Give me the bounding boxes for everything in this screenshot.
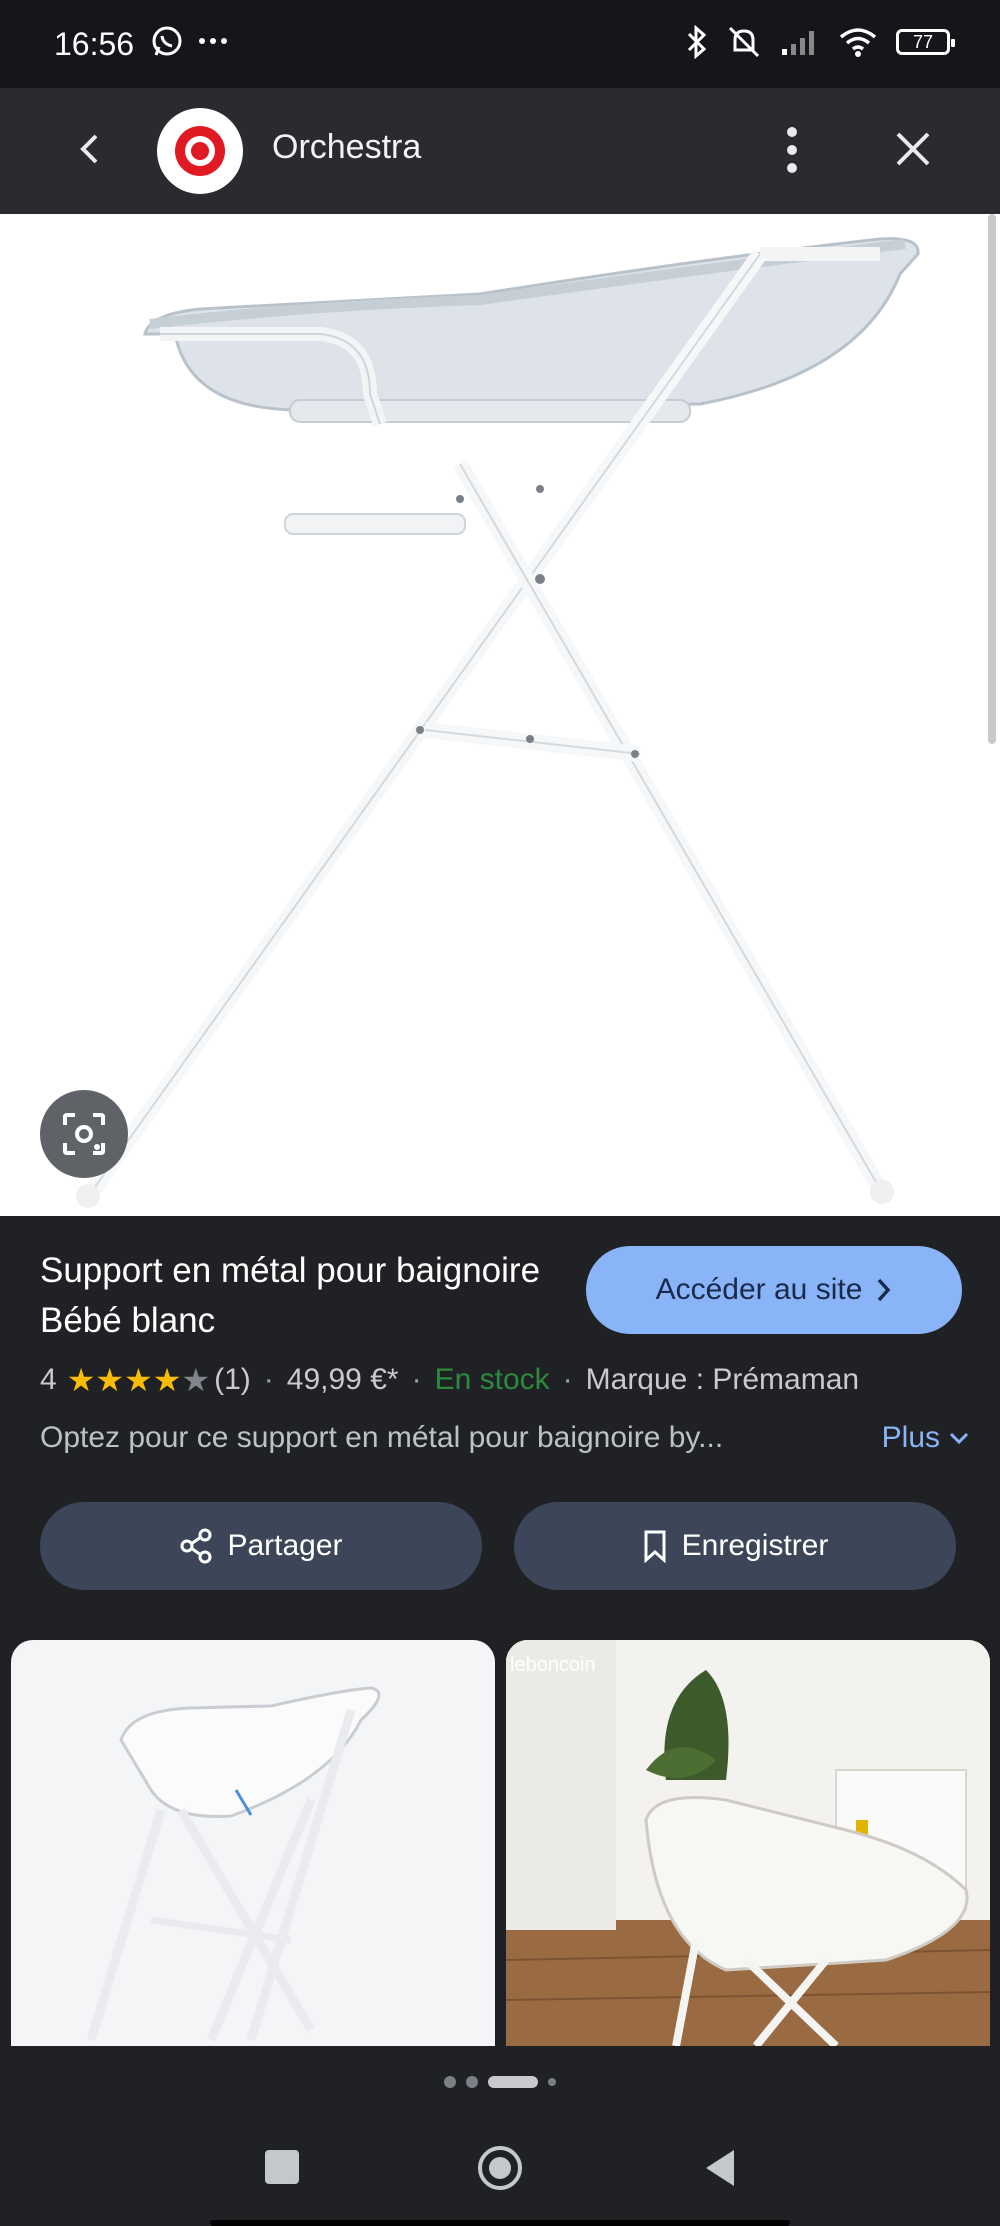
chevron-down-icon [949, 1432, 969, 1445]
site-logo [157, 108, 243, 194]
lens-icon [63, 1113, 105, 1155]
back-icon[interactable] [66, 124, 116, 174]
thumbnail-illustration [506, 1640, 990, 2046]
orchestra-logo-icon [175, 126, 225, 176]
pager-dot[interactable] [548, 2078, 556, 2086]
image-scrollbar[interactable] [988, 214, 996, 744]
pager-dot[interactable] [466, 2076, 478, 2088]
bookmark-icon [644, 1530, 666, 1563]
separator: · [562, 1363, 573, 1396]
share-label: Partager [227, 1529, 343, 1562]
battery-indicator: 77 [896, 29, 955, 55]
rating-value: 4 [40, 1363, 57, 1396]
description-row: Optez pour ce support en métal pour baig… [40, 1416, 970, 1460]
site-name: Orchestra [272, 128, 422, 166]
lens-button[interactable] [40, 1090, 128, 1178]
thumbnail-watermark: leboncoin [510, 1654, 596, 1676]
review-count[interactable]: (1) [214, 1363, 251, 1397]
share-button[interactable]: Partager [40, 1502, 482, 1590]
more-label: Plus [881, 1421, 940, 1454]
product-image[interactable] [0, 214, 1000, 1216]
system-nav-bar [0, 2104, 1000, 2226]
save-label: Enregistrer [681, 1529, 829, 1562]
rating-stars: ★ ★ ★ ★ ★ [67, 1364, 210, 1396]
visit-site-label: Accéder au site [655, 1273, 863, 1306]
thumbnail-image-1[interactable] [11, 1640, 495, 2046]
more-button[interactable]: Plus [882, 1421, 970, 1455]
wifi-icon [839, 28, 877, 57]
home-icon[interactable] [476, 2144, 524, 2192]
back-nav-icon[interactable] [700, 2146, 740, 2190]
share-icon [180, 1528, 212, 1564]
product-title: Support en métal pour baignoire Bébé bla… [40, 1251, 541, 1340]
alarm-off-icon [728, 26, 760, 58]
star-empty-icon: ★ [181, 1362, 211, 1398]
thumbnail-image-2[interactable]: leboncoin [506, 1640, 990, 2046]
star-icon: ★ [152, 1362, 182, 1398]
more-vert-icon[interactable] [772, 124, 812, 176]
thumbnail-illustration [86, 1686, 381, 2042]
carousel-pager [0, 2070, 1000, 2094]
close-icon[interactable] [888, 124, 938, 174]
status-bar: 16:56 77 [0, 0, 1000, 88]
description-text: Optez pour ce support en métal pour baig… [40, 1421, 724, 1454]
pager-dot-active[interactable] [488, 2076, 538, 2088]
product-meta: 4 ★ ★ ★ ★ ★ (1) · 49,99 €* · En stock · … [40, 1358, 970, 1402]
pager-dot[interactable] [444, 2076, 456, 2088]
visit-site-button[interactable]: Accéder au site [586, 1246, 962, 1334]
signal-icon [782, 31, 814, 55]
price: 49,99 €* [286, 1363, 399, 1396]
recents-icon[interactable] [265, 2150, 299, 2184]
more-horiz-icon [199, 38, 227, 44]
chevron-right-icon [878, 1278, 891, 1302]
star-icon: ★ [95, 1362, 125, 1398]
brand: Marque : Prémaman [585, 1363, 860, 1396]
save-button[interactable]: Enregistrer [514, 1502, 956, 1590]
star-icon: ★ [66, 1362, 96, 1398]
status-time: 16:56 [54, 26, 135, 62]
gesture-indicator [210, 2220, 790, 2226]
separator: · [411, 1363, 422, 1396]
app-header: Orchestra [0, 88, 1000, 214]
star-icon: ★ [124, 1362, 153, 1398]
separator: · [263, 1363, 274, 1396]
bathtub-stand-illustration [76, 237, 920, 1208]
stock-status: En stock [434, 1363, 550, 1396]
whatsapp-icon [152, 26, 182, 56]
bluetooth-icon [687, 25, 707, 59]
